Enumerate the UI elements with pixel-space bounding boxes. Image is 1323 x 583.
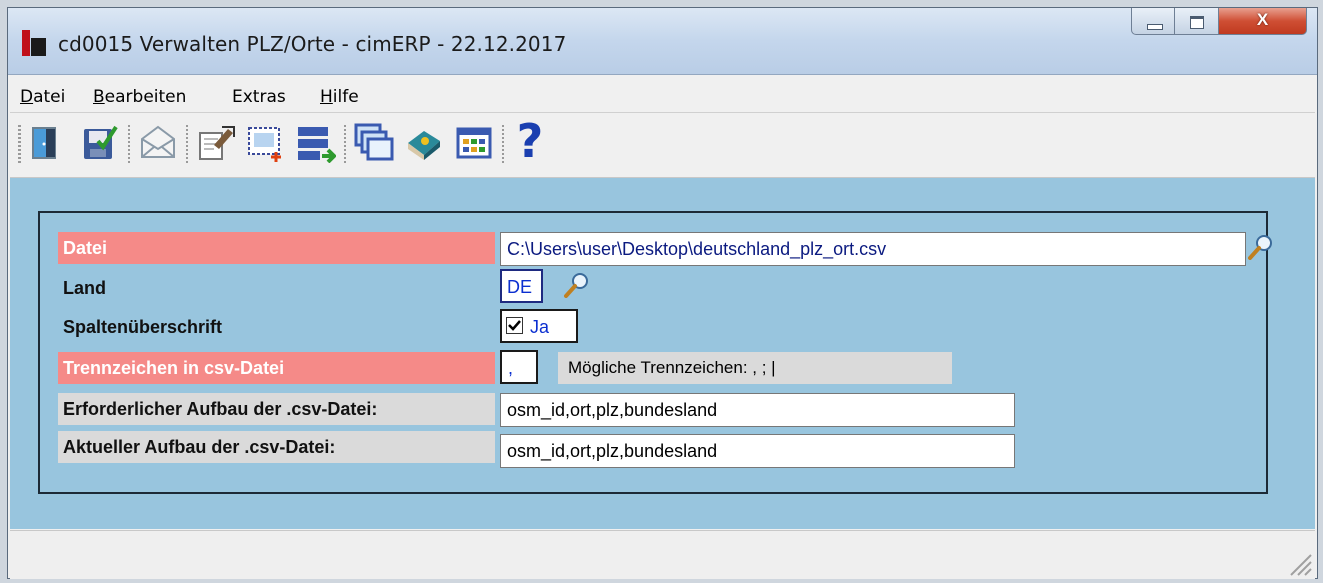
checkmark-icon (508, 320, 521, 331)
window-title: cd0015 Verwalten PLZ/Orte - cimERP - 22.… (58, 32, 567, 56)
toolbar-separator (186, 125, 188, 163)
erforderlich-label: Erforderlicher Aufbau der .csv-Datei: (58, 393, 495, 425)
status-bar (10, 530, 1315, 579)
datei-label: Datei (58, 232, 495, 264)
minimize-button[interactable] (1131, 8, 1175, 35)
windows-cascade-icon[interactable] (354, 123, 394, 163)
table-grid-icon[interactable] (454, 123, 494, 163)
menu-bar: Datei Bearbeiten Extras Hilfe (10, 76, 1315, 113)
land-label: Land (63, 278, 106, 298)
aktuell-field[interactable]: osm_id,ort,plz,bundesland (500, 434, 1015, 468)
save-icon[interactable] (80, 123, 120, 163)
title-bar[interactable]: cd0015 Verwalten PLZ/Orte - cimERP - 22.… (8, 8, 1317, 75)
menu-hilfe[interactable]: Hilfe (320, 87, 359, 107)
book-icon[interactable] (404, 123, 444, 163)
menu-datei[interactable]: Datei (20, 87, 65, 107)
import-list-icon[interactable] (296, 123, 336, 163)
toolbar-grip[interactable] (18, 125, 21, 163)
trennzeichen-label: Trennzeichen in csv-Datei (58, 352, 495, 384)
content-area: Datei C:\Users\user\Desktop\deutschland_… (10, 178, 1315, 529)
app-logo-icon (22, 30, 46, 56)
toolbar: ? (10, 113, 1315, 178)
menu-bearbeiten[interactable]: Bearbeiten (93, 87, 186, 107)
toolbar-separator (502, 125, 504, 163)
spaltenueberschrift-label: Spaltenüberschrift (63, 317, 223, 337)
toolbar-separator (128, 125, 130, 163)
toolbar-separator (344, 125, 346, 163)
import-panel: Datei C:\Users\user\Desktop\deutschland_… (38, 211, 1272, 494)
mail-envelope-icon[interactable] (138, 123, 178, 163)
exit-door-icon[interactable] (28, 123, 68, 163)
menu-extras[interactable]: Extras (232, 87, 286, 107)
datei-field[interactable]: C:\Users\user\Desktop\deutschland_plz_or… (500, 232, 1246, 266)
close-button[interactable]: X (1219, 8, 1307, 35)
land-lookup-icon[interactable] (563, 270, 591, 298)
trennzeichen-field[interactable]: , (500, 350, 538, 384)
resize-grip-icon[interactable] (1287, 551, 1313, 577)
datei-lookup-icon[interactable] (1247, 232, 1275, 260)
help-icon[interactable]: ? (510, 115, 550, 167)
maximize-button[interactable] (1175, 8, 1219, 35)
land-field[interactable]: DE (500, 269, 543, 303)
maximize-icon (1190, 16, 1204, 29)
trennzeichen-hint: Mögliche Trennzeichen: , ; | (558, 352, 952, 384)
new-record-icon[interactable] (246, 123, 286, 163)
erforderlich-field[interactable]: osm_id,ort,plz,bundesland (500, 393, 1015, 427)
spaltenueberschrift-checkbox[interactable] (506, 317, 523, 334)
spaltenueberschrift-value: Ja (530, 317, 550, 337)
close-icon: X (1256, 10, 1269, 29)
aktuell-label: Aktueller Aufbau der .csv-Datei: (58, 431, 495, 463)
app-window: cd0015 Verwalten PLZ/Orte - cimERP - 22.… (7, 7, 1318, 579)
minimize-icon (1147, 24, 1163, 30)
edit-document-icon[interactable] (196, 123, 236, 163)
